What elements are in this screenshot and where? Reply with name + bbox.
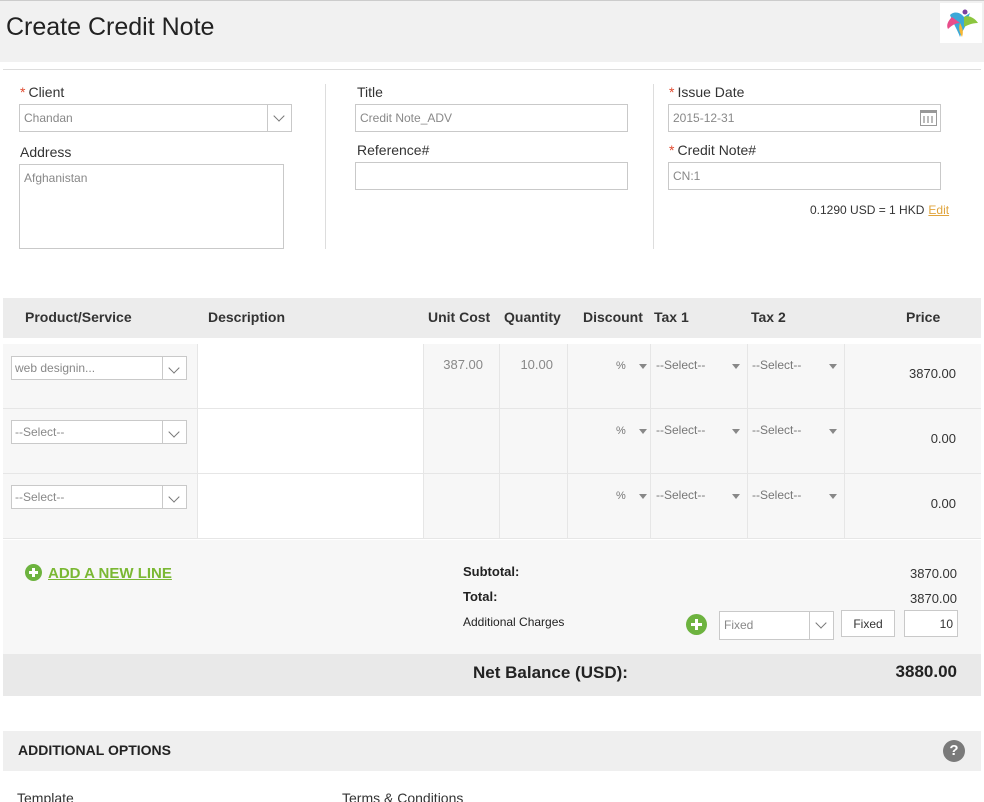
net-balance-value: 3880.00 [895, 662, 957, 681]
header-product: Product/Service [25, 309, 132, 325]
header-description: Description [208, 309, 286, 325]
calendar-icon[interactable] [920, 110, 937, 126]
tax2-select[interactable]: --Select-- [752, 358, 801, 372]
terms-label: Terms & Conditions [342, 790, 464, 802]
triangle-down-icon [732, 494, 740, 499]
chevron-down-icon [809, 612, 833, 639]
logo-icon [940, 3, 982, 43]
triangle-down-icon [829, 494, 837, 499]
credit-note-number-input[interactable]: CN:1 [668, 162, 941, 190]
totals-section: ADD A NEW LINE Subtotal: 3870.00 Total: … [3, 540, 981, 654]
title-label: Title [357, 84, 383, 100]
table-row: --Select-- % --Select-- --Select-- 0.00 [3, 409, 981, 474]
additional-options-header[interactable]: ADDITIONAL OPTIONS ? [3, 731, 981, 771]
header-price: Price [906, 309, 941, 325]
triangle-down-icon [829, 364, 837, 369]
reference-label: Reference# [357, 142, 430, 158]
line-items-header: Product/Service Description Unit Cost Qu… [3, 298, 981, 338]
triangle-down-icon [639, 494, 647, 499]
discount-unit[interactable]: % [616, 490, 626, 502]
chevron-down-icon [162, 357, 186, 379]
subtotal-value: 3870.00 [910, 566, 957, 581]
quantity-value[interactable]: 10.00 [503, 357, 553, 372]
header-discount: Discount [583, 309, 643, 325]
header-tax1: Tax 1 [654, 309, 689, 325]
total-value: 3870.00 [910, 591, 957, 606]
client-label: * Client [20, 84, 65, 100]
table-row: --Select-- % --Select-- --Select-- 0.00 [3, 474, 981, 539]
product-select[interactable]: --Select-- [11, 485, 187, 509]
chevron-down-icon [162, 421, 186, 443]
tax2-select[interactable]: --Select-- [752, 488, 801, 502]
reference-input[interactable] [355, 162, 628, 190]
tax1-select[interactable]: --Select-- [656, 488, 705, 502]
issue-date-label: * Issue Date [669, 84, 745, 100]
issue-date-input[interactable]: 2015-12-31 [668, 104, 941, 132]
price-value: 0.00 [930, 496, 956, 511]
chevron-down-icon [162, 486, 186, 508]
add-new-line-button[interactable]: ADD A NEW LINE [25, 564, 172, 582]
exchange-rate-text: 0.1290 USD = 1 HKD [810, 203, 925, 217]
net-balance-bar: Net Balance (USD): 3880.00 [3, 654, 981, 696]
discount-unit[interactable]: % [616, 360, 626, 372]
column-divider [325, 84, 326, 249]
additional-options-title: ADDITIONAL OPTIONS [18, 742, 171, 758]
triangle-down-icon [829, 429, 837, 434]
table-row: web designin... 387.00 10.00 % --Select-… [3, 344, 981, 409]
price-value: 3870.00 [909, 366, 956, 381]
header-tax2: Tax 2 [751, 309, 786, 325]
unit-cost-value[interactable]: 387.00 [428, 357, 483, 372]
page-header: Create Credit Note [0, 0, 984, 62]
header-quantity: Quantity [504, 309, 561, 325]
description-cell[interactable] [198, 474, 423, 538]
product-select[interactable]: --Select-- [11, 420, 187, 444]
plus-circle-icon [25, 564, 42, 581]
credit-note-number-label: * Credit Note# [669, 142, 757, 158]
exchange-rate-edit-link[interactable]: Edit [928, 203, 949, 217]
price-value: 0.00 [930, 431, 956, 446]
description-cell[interactable] [198, 409, 423, 473]
page-title: Create Credit Note [6, 13, 215, 41]
triangle-down-icon [639, 364, 647, 369]
tax1-select[interactable]: --Select-- [656, 358, 705, 372]
address-label: Address [20, 144, 72, 160]
plus-circle-icon[interactable] [686, 614, 707, 635]
triangle-down-icon [732, 429, 740, 434]
net-balance-label: Net Balance (USD): [473, 663, 628, 682]
chevron-down-icon [267, 105, 291, 131]
triangle-down-icon [639, 429, 647, 434]
tax1-select[interactable]: --Select-- [656, 423, 705, 437]
additional-charges-label: Additional Charges [463, 615, 565, 629]
triangle-down-icon [732, 364, 740, 369]
tax2-select[interactable]: --Select-- [752, 423, 801, 437]
charge-amount-input[interactable]: 10 [904, 610, 958, 637]
description-cell[interactable] [198, 344, 423, 408]
title-input[interactable]: Credit Note_ADV [355, 104, 628, 132]
exchange-rate: 0.1290 USD = 1 HKD Edit [810, 203, 949, 217]
client-select[interactable]: Chandan [19, 104, 292, 132]
header-unit-cost: Unit Cost [428, 309, 491, 325]
template-label: Template [17, 790, 74, 802]
total-label: Total: [463, 589, 498, 604]
product-select[interactable]: web designin... [11, 356, 187, 380]
charge-type-select[interactable]: Fixed [719, 611, 834, 640]
charge-mode-button[interactable]: Fixed [841, 610, 895, 637]
address-textarea[interactable]: Afghanistan [19, 164, 284, 249]
help-icon[interactable]: ? [943, 740, 965, 762]
discount-unit[interactable]: % [616, 425, 626, 437]
column-divider [653, 84, 654, 249]
subtotal-label: Subtotal: [463, 564, 520, 579]
